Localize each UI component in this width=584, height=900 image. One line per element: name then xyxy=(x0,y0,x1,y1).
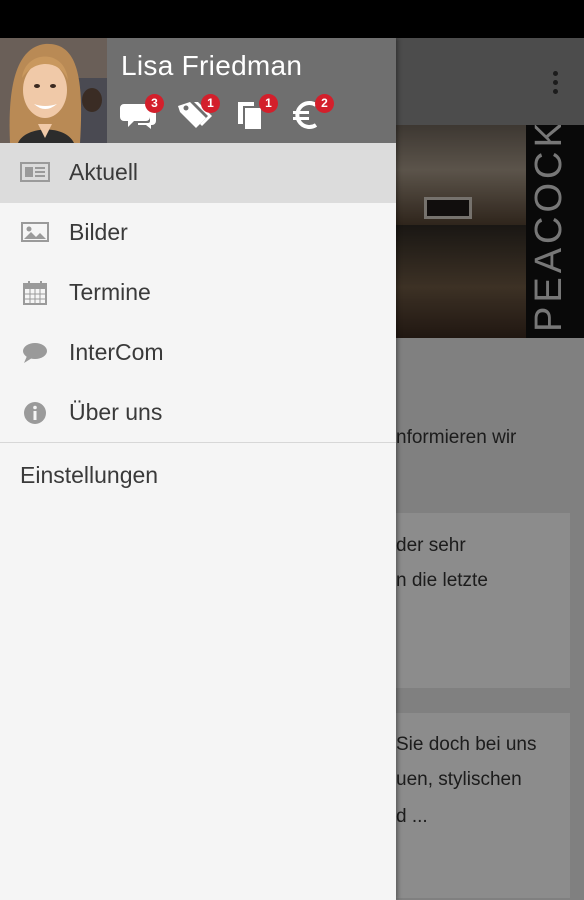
menu-item-label: Aktuell xyxy=(69,159,139,185)
menu-item-label: Bilder xyxy=(69,219,128,245)
unread-badge: 2 xyxy=(315,94,334,113)
tags-button[interactable]: 1 xyxy=(176,94,220,134)
menu-item-termine[interactable]: Termine xyxy=(0,263,396,323)
image-icon xyxy=(20,221,50,245)
payments-button[interactable]: 2 xyxy=(290,94,334,134)
unread-badge: 3 xyxy=(145,94,164,113)
settings-item[interactable]: Einstellungen xyxy=(0,456,396,500)
avatar[interactable] xyxy=(0,38,107,143)
menu-item-label: Termine xyxy=(69,279,151,305)
drawer-header: Lisa Friedman 3 1 1 2 xyxy=(0,38,396,143)
menu-item-ueber-uns[interactable]: Über uns xyxy=(0,383,396,443)
unread-badge: 1 xyxy=(201,94,220,113)
messages-button[interactable]: 3 xyxy=(120,94,164,134)
user-name: Lisa Friedman xyxy=(121,50,303,81)
status-bar xyxy=(0,0,584,38)
speech-bubble-icon xyxy=(20,341,50,365)
menu-item-aktuell[interactable]: Aktuell xyxy=(0,143,396,203)
unread-badge: 1 xyxy=(259,94,278,113)
info-icon xyxy=(20,401,50,425)
navigation-drawer: Lisa Friedman 3 1 1 2 Aktuell Bilder Ter… xyxy=(0,38,396,900)
calendar-icon xyxy=(20,281,50,305)
menu-item-intercom[interactable]: InterCom xyxy=(0,323,396,383)
documents-button[interactable]: 1 xyxy=(234,94,278,134)
menu-item-label: InterCom xyxy=(69,339,164,365)
menu-item-bilder[interactable]: Bilder xyxy=(0,203,396,263)
menu-item-label: Über uns xyxy=(69,399,163,425)
menu-divider xyxy=(0,442,396,443)
newspaper-icon xyxy=(20,161,50,185)
drawer-menu: Aktuell Bilder Termine InterCom Über uns xyxy=(0,143,396,443)
settings-label: Einstellungen xyxy=(20,462,159,488)
